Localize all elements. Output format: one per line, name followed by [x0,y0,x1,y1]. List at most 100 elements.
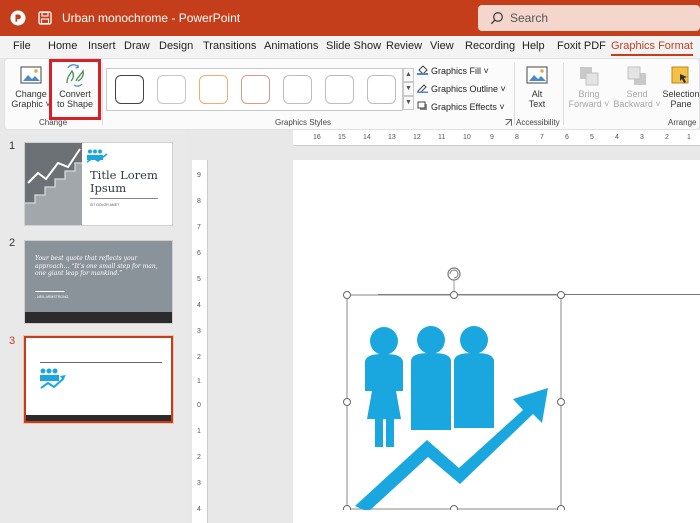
slide-2-quote: Your best quote that reflects your appro… [35,255,158,277]
graphics-fill-label: Graphics Fill ˅ [431,66,489,76]
alt-text-icon [526,66,548,84]
slide-thumbnail-1[interactable]: Title Lorem Ipsum SIT DOLOR AMET [24,142,173,226]
style-option-3[interactable] [199,75,228,104]
bring-forward-button[interactable]: Bring Forward ˅ [566,65,612,109]
ruler-mark: 10 [463,134,471,141]
tab-insert[interactable]: Insert [88,40,116,52]
alt-text-label-2: Text [528,99,546,109]
tab-help[interactable]: Help [522,40,545,52]
ruler-mark: 8 [197,198,201,205]
graphics-outline-label: Graphics Outline ˅ [431,84,506,94]
dialog-launcher-icon[interactable] [505,119,512,126]
accessibility-group-label: Accessibility [516,118,560,127]
tab-foxit-pdf[interactable]: Foxit PDF [557,40,606,52]
search-icon [490,12,503,25]
style-option-6[interactable] [325,75,354,104]
graphics-effects-button[interactable]: Graphics Effects ˅ [417,101,505,112]
rotate-handle-icon[interactable] [447,267,461,281]
ribbon-tabs: File Home Insert Draw Design Transitions… [0,36,700,58]
graphics-effects-label: Graphics Effects ˅ [431,102,505,112]
slide-thumbnail-pane: 1 Title Lorem Ipsum SIT DOLOR AMET 2 You… [0,130,185,523]
tab-design[interactable]: Design [159,40,193,52]
save-icon[interactable] [38,11,52,25]
slide-2-footer-bar [25,312,172,323]
graphics-styles-gallery [106,68,403,111]
ruler-mark: 15 [338,134,346,141]
tab-animations[interactable]: Animations [264,40,318,52]
slide-2-divider [35,291,65,292]
slide-2-author: - NEIL ARMSTRONG [35,295,69,299]
style-option-2[interactable] [157,75,186,104]
ruler-mark: 14 [363,134,371,141]
selection-pane-icon [671,66,689,84]
tab-transitions[interactable]: Transitions [203,40,256,52]
bring-forward-label-1: Bring [578,89,600,99]
ruler-mark: 11 [438,134,446,141]
slide-thumbnail-3[interactable] [24,336,173,423]
stairs-photo [25,143,82,225]
slide-number-1: 1 [9,140,16,152]
tab-slide-show[interactable]: Slide Show [326,40,381,52]
slide-number-2: 2 [9,237,16,249]
ruler-mark: 5 [197,276,201,283]
change-graphic-label-2: Graphic ˅ [11,99,51,109]
tab-graphics-format[interactable]: Graphics Format [611,40,693,56]
ruler-mark: 7 [540,134,544,141]
ruler-mark: 4 [197,506,201,513]
bring-forward-icon [580,67,599,86]
slide-1-title: Title Lorem Ipsum [90,168,158,195]
send-backward-label-1: Send [626,89,648,99]
selection-pane-button[interactable]: Selection Pane [661,65,700,109]
team-growth-icon [86,149,108,163]
style-option-5[interactable] [283,75,312,104]
bring-forward-label-2: Forward ˅ [568,99,610,109]
gallery-more-button[interactable]: ▼ [403,96,414,110]
style-option-7[interactable] [367,75,396,104]
slide-1-divider [90,198,158,199]
send-backward-icon [627,66,646,85]
ruler-mark: 2 [197,354,201,361]
style-option-4[interactable] [241,75,270,104]
change-graphic-button[interactable]: Change Graphic ˅ [11,65,51,109]
search-box[interactable]: Search [478,5,700,31]
ruler-mark: 3 [640,134,644,141]
team-growth-icon [40,368,66,389]
ruler-mark: 6 [197,250,201,257]
tab-file[interactable]: File [13,40,31,52]
ruler-mark: 2 [665,134,669,141]
ruler-mark: 1 [197,378,201,385]
style-option-1[interactable] [115,75,144,104]
group-separator [563,63,564,125]
selection-pane-label-2: Pane [670,99,692,109]
alt-text-label-1: Alt [531,89,543,99]
slide-thumbnail-2[interactable]: Your best quote that reflects your appro… [24,240,173,324]
slide-1-subtitle: SIT DOLOR AMET [90,203,120,207]
ruler-mark: 6 [565,134,569,141]
window-title: Urban monochrome - PowerPoint [62,11,241,25]
ruler-mark: 3 [197,328,201,335]
change-graphic-label-1: Change [15,89,47,99]
alt-text-button[interactable]: Alt Text [520,65,554,109]
selected-graphic[interactable] [343,264,565,510]
graphics-fill-button[interactable]: Graphics Fill ˅ [417,65,489,76]
ribbon: Change Graphic ˅ Convert to Shape Change… [4,58,700,130]
team-growth-icon [355,326,548,510]
slide-3-footer-bar [26,415,171,421]
tab-review[interactable]: Review [386,40,422,52]
gallery-scroll-down-button[interactable]: ▼ [403,82,414,96]
ruler-mark: 7 [197,224,201,231]
ruler-mark: 1 [197,428,201,435]
vertical-ruler: 9 8 7 6 5 4 3 2 1 0 1 2 3 4 [192,160,208,523]
tab-view[interactable]: View [430,40,454,52]
send-backward-button[interactable]: Send Backward ˅ [612,65,662,109]
slide-canvas[interactable] [293,160,700,523]
tab-home[interactable]: Home [48,40,77,52]
group-separator [102,63,103,125]
slide-3-line [40,362,162,363]
gallery-scroll-up-button[interactable]: ▲ [403,68,414,82]
tab-recording[interactable]: Recording [465,40,515,52]
graphics-outline-button[interactable]: Graphics Outline ˅ [417,83,506,94]
arrange-group-label: Arrange [668,118,697,127]
send-backward-label-2: Backward ˅ [613,99,661,109]
tab-draw[interactable]: Draw [124,40,150,52]
